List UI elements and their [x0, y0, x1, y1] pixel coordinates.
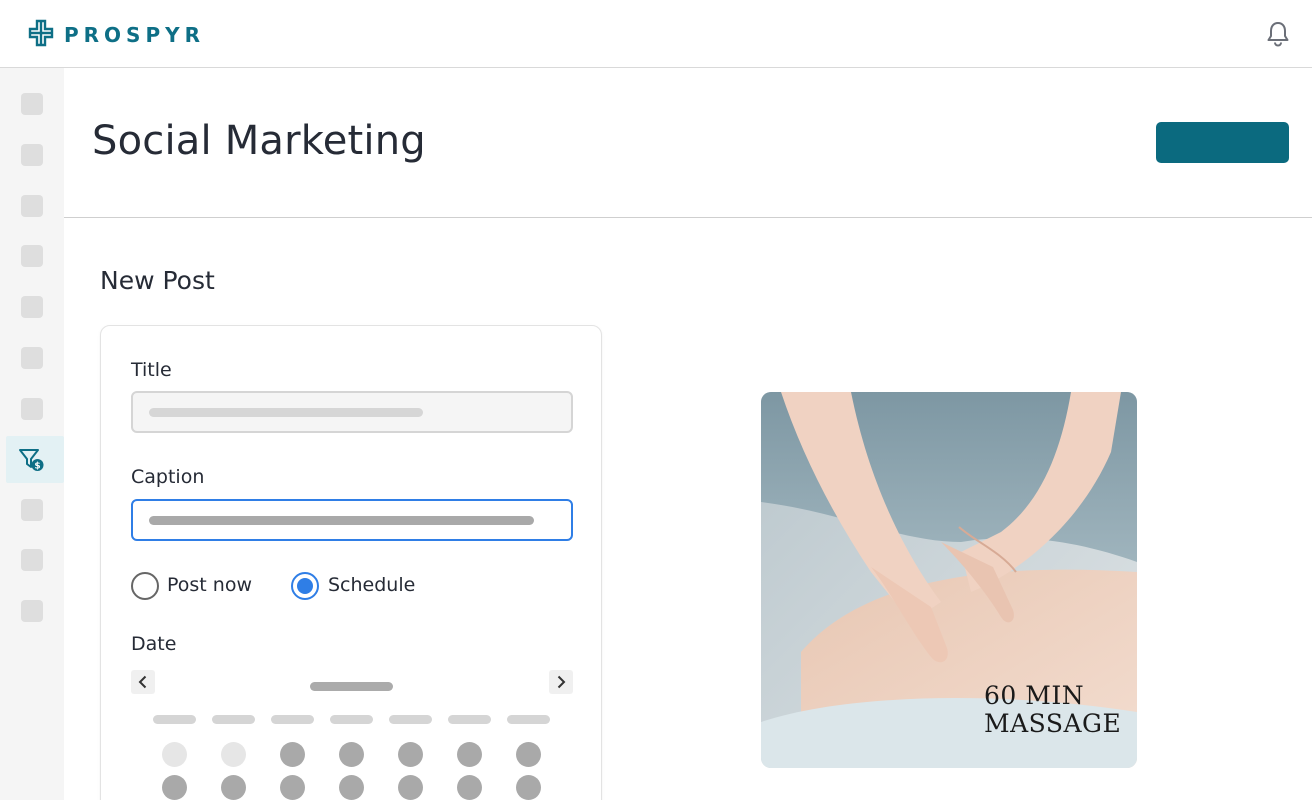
calendar-day[interactable]: [162, 775, 187, 800]
funnel-dollar-icon: $: [19, 449, 44, 472]
calendar-day[interactable]: [339, 742, 364, 767]
sidebar: $: [0, 68, 64, 800]
title-placeholder: [149, 408, 423, 417]
calendar-weekday: [507, 715, 550, 724]
schedule-label[interactable]: Schedule: [328, 574, 415, 596]
sidebar-item[interactable]: [21, 245, 43, 267]
calendar-day[interactable]: [516, 742, 541, 767]
calendar-prev-button[interactable]: [131, 670, 155, 694]
sidebar-item-marketing[interactable]: $: [6, 436, 64, 483]
calendar-day: [221, 742, 246, 767]
calendar-day[interactable]: [457, 742, 482, 767]
caption-input[interactable]: [131, 499, 573, 541]
brand-logo[interactable]: PROSPYR: [28, 19, 205, 51]
caption-text-placeholder: [149, 516, 534, 525]
image-caption-line-1: 60 MIN: [984, 681, 1085, 710]
sidebar-item[interactable]: [21, 144, 43, 166]
sidebar-item[interactable]: [21, 195, 43, 217]
svg-text:$: $: [34, 462, 40, 472]
calendar-day[interactable]: [398, 775, 423, 800]
sidebar-item[interactable]: [21, 347, 43, 369]
date-label: Date: [131, 633, 177, 655]
schedule-radio[interactable]: [291, 572, 319, 600]
post-preview-image: 60 MIN MASSAGE: [761, 392, 1137, 768]
post-now-label[interactable]: Post now: [167, 574, 252, 596]
calendar-weekday: [212, 715, 255, 724]
primary-action-button[interactable]: [1156, 122, 1289, 163]
chevron-left-icon: [138, 675, 147, 689]
calendar-day: [162, 742, 187, 767]
caption-label: Caption: [131, 466, 205, 488]
image-caption-line-2: MASSAGE: [984, 709, 1122, 738]
calendar-weekday: [271, 715, 314, 724]
page-header: Social Marketing: [64, 68, 1312, 218]
logo-cross-icon: [28, 19, 54, 51]
sidebar-item[interactable]: [21, 398, 43, 420]
brand-name: PROSPYR: [64, 23, 206, 47]
calendar-day[interactable]: [339, 775, 364, 800]
calendar-day[interactable]: [280, 775, 305, 800]
calendar-day[interactable]: [516, 775, 541, 800]
calendar-day[interactable]: [398, 742, 423, 767]
title-label: Title: [131, 359, 172, 381]
calendar-weekday: [389, 715, 432, 724]
title-input[interactable]: [131, 391, 573, 433]
sidebar-item[interactable]: [21, 499, 43, 521]
top-bar: PROSPYR: [0, 0, 1312, 68]
calendar-weekday: [153, 715, 196, 724]
calendar-month-label: [310, 682, 393, 691]
calendar-day[interactable]: [280, 742, 305, 767]
calendar-day[interactable]: [221, 775, 246, 800]
new-post-form: Title Caption Post now Schedule Date: [100, 325, 602, 800]
section-title: New Post: [100, 266, 215, 295]
calendar-next-button[interactable]: [549, 670, 573, 694]
calendar-day[interactable]: [457, 775, 482, 800]
bell-icon[interactable]: [1264, 20, 1292, 52]
sidebar-item[interactable]: [21, 296, 43, 318]
calendar-weekday: [448, 715, 491, 724]
chevron-right-icon: [557, 675, 566, 689]
image-caption: 60 MIN MASSAGE: [984, 682, 1121, 738]
post-now-radio[interactable]: [131, 572, 159, 600]
sidebar-item[interactable]: [21, 600, 43, 622]
sidebar-item[interactable]: [21, 93, 43, 115]
sidebar-item[interactable]: [21, 549, 43, 571]
calendar-weekday: [330, 715, 373, 724]
page-title: Social Marketing: [92, 118, 426, 164]
